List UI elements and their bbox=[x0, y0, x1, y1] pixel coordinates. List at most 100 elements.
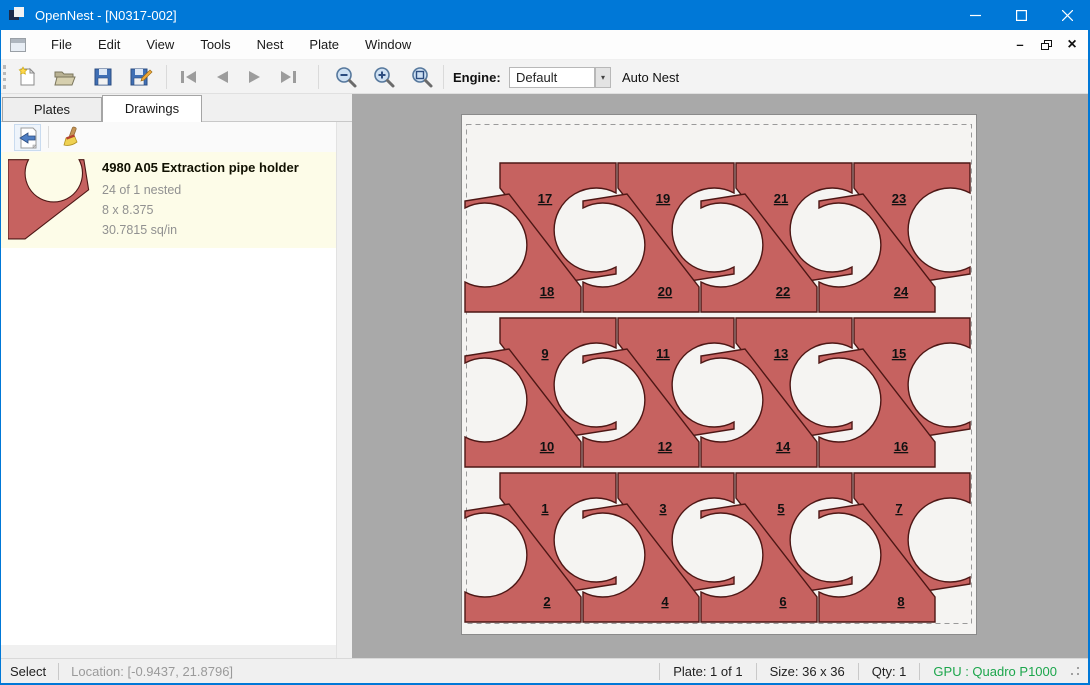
status-bar: Select Location: [-0.9437, 21.8796] Plat… bbox=[0, 658, 1090, 683]
mdi-restore-button[interactable] bbox=[1038, 37, 1054, 53]
nav-last-icon bbox=[278, 69, 298, 85]
title-bar: OpenNest - [N0317-002] bbox=[0, 0, 1090, 30]
panel-horizontal-scrollbar[interactable] bbox=[0, 645, 336, 658]
part-number: 14 bbox=[776, 439, 791, 454]
status-size: Size: 36 x 36 bbox=[770, 664, 845, 679]
menu-file[interactable]: File bbox=[38, 30, 85, 60]
part-number: 23 bbox=[892, 191, 906, 206]
nav-first-icon bbox=[179, 69, 199, 85]
drawing-list-item[interactable]: 4980 A05 Extraction pipe holder 24 of 1 … bbox=[0, 152, 336, 248]
drawing-title: 4980 A05 Extraction pipe holder bbox=[102, 160, 299, 175]
part-number: 16 bbox=[894, 439, 908, 454]
open-folder-icon bbox=[53, 66, 77, 88]
minimize-button[interactable] bbox=[952, 0, 998, 30]
part-number: 7 bbox=[895, 501, 902, 516]
part-number: 21 bbox=[774, 191, 788, 206]
engine-select[interactable]: Default bbox=[509, 67, 595, 88]
menu-tools[interactable]: Tools bbox=[187, 30, 243, 60]
part-number: 8 bbox=[897, 594, 904, 609]
maximize-icon bbox=[1016, 10, 1027, 21]
tab-plates[interactable]: Plates bbox=[2, 97, 102, 122]
new-file-button[interactable] bbox=[14, 64, 40, 90]
part-number: 19 bbox=[656, 191, 670, 206]
part-number: 11 bbox=[656, 346, 670, 361]
part-number: 4 bbox=[661, 594, 669, 609]
drawing-area: 30.7815 sq/in bbox=[102, 220, 299, 240]
part-number: 12 bbox=[658, 439, 672, 454]
part-number: 9 bbox=[541, 346, 548, 361]
zoom-in-button[interactable] bbox=[371, 64, 397, 90]
engine-dropdown-button[interactable]: ▾ bbox=[595, 67, 611, 88]
clear-broom-button[interactable] bbox=[56, 124, 83, 151]
status-mode: Select bbox=[10, 664, 46, 679]
part-number: 18 bbox=[540, 284, 554, 299]
nav-previous-button[interactable] bbox=[209, 64, 235, 90]
plate-view[interactable]: 171819202122232491011121314151612345678 bbox=[461, 114, 977, 635]
nav-last-button[interactable] bbox=[275, 64, 301, 90]
mdi-minimize-button[interactable]: – bbox=[1012, 37, 1028, 53]
menu-window[interactable]: Window bbox=[352, 30, 424, 60]
document-system-icon[interactable] bbox=[10, 38, 26, 52]
part-number: 10 bbox=[540, 439, 554, 454]
nav-next-button[interactable] bbox=[242, 64, 268, 90]
zoom-out-button[interactable] bbox=[333, 64, 359, 90]
app-icon bbox=[9, 7, 25, 23]
zoom-fit-button[interactable] bbox=[409, 64, 435, 90]
zoom-in-icon bbox=[372, 65, 396, 89]
status-gpu: GPU : Quadro P1000 bbox=[933, 664, 1057, 679]
drawing-dimensions: 8 x 8.375 bbox=[102, 200, 299, 220]
save-as-button[interactable] bbox=[128, 64, 154, 90]
part-number: 17 bbox=[538, 191, 552, 206]
save-button[interactable] bbox=[90, 64, 116, 90]
menu-plate[interactable]: Plate bbox=[296, 30, 352, 60]
panel-vertical-scrollbar[interactable] bbox=[336, 122, 352, 658]
broom-icon bbox=[58, 126, 82, 150]
mdi-close-button[interactable]: × bbox=[1064, 37, 1080, 53]
part-number: 3 bbox=[659, 501, 666, 516]
toolbar-grip[interactable] bbox=[3, 65, 6, 89]
save-as-icon bbox=[129, 66, 153, 88]
part-thumbnail bbox=[8, 159, 90, 241]
nav-next-icon bbox=[246, 69, 264, 85]
main-toolbar: Engine: Default ▾ Auto Nest bbox=[0, 60, 1090, 94]
engine-label: Engine: bbox=[453, 70, 501, 85]
part-number: 15 bbox=[892, 346, 906, 361]
maximize-button[interactable] bbox=[998, 0, 1044, 30]
part-number: 22 bbox=[776, 284, 790, 299]
panel-toolbar bbox=[0, 122, 336, 152]
new-file-icon bbox=[16, 66, 38, 88]
drawing-nested-count: 24 of 1 nested bbox=[102, 180, 299, 200]
close-button[interactable] bbox=[1044, 0, 1090, 30]
auto-nest-button[interactable]: Auto Nest bbox=[622, 70, 679, 85]
menu-edit[interactable]: Edit bbox=[85, 30, 133, 60]
save-icon bbox=[92, 66, 114, 88]
window-title: OpenNest - [N0317-002] bbox=[35, 8, 177, 23]
zoom-out-icon bbox=[334, 65, 358, 89]
part-number: 20 bbox=[658, 284, 672, 299]
import-drawing-button[interactable] bbox=[14, 124, 41, 151]
part-number: 5 bbox=[777, 501, 784, 516]
part-number: 6 bbox=[779, 594, 786, 609]
close-icon bbox=[1062, 10, 1073, 21]
part-number: 1 bbox=[541, 501, 548, 516]
zoom-fit-icon bbox=[410, 65, 434, 89]
tab-drawings[interactable]: Drawings bbox=[102, 95, 202, 123]
minimize-icon bbox=[970, 10, 981, 21]
status-qty: Qty: 1 bbox=[872, 664, 907, 679]
status-plate: Plate: 1 of 1 bbox=[673, 664, 742, 679]
open-file-button[interactable] bbox=[52, 64, 78, 90]
menu-view[interactable]: View bbox=[133, 30, 187, 60]
nav-first-button[interactable] bbox=[176, 64, 202, 90]
window-border-left bbox=[0, 30, 1, 683]
import-arrow-icon bbox=[17, 127, 39, 149]
menu-nest[interactable]: Nest bbox=[244, 30, 297, 60]
resize-grip[interactable] bbox=[1070, 666, 1080, 676]
status-location: Location: [-0.9437, 21.8796] bbox=[71, 664, 233, 679]
part-number: 24 bbox=[894, 284, 909, 299]
part-number: 13 bbox=[774, 346, 788, 361]
panel-tabstrip: Plates Drawings bbox=[0, 94, 352, 122]
part-number: 2 bbox=[543, 594, 550, 609]
chevron-down-icon: ▾ bbox=[601, 73, 605, 82]
restore-icon bbox=[1041, 40, 1052, 50]
nav-previous-icon bbox=[213, 69, 231, 85]
